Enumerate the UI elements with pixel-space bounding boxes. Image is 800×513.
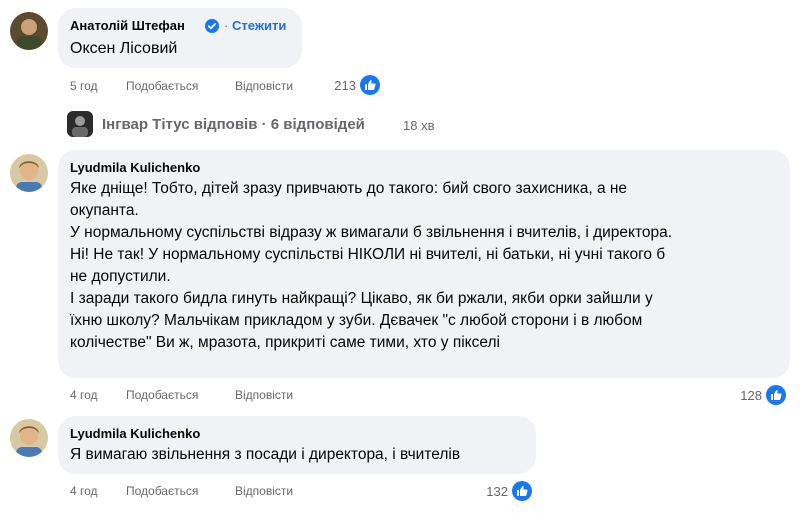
comment-author[interactable]: Lyudmila Kulichenko <box>70 426 200 441</box>
like-button[interactable]: Подобається <box>126 484 198 498</box>
comment-line: колічестве" Ви ж, мразота, прикриті саме… <box>70 334 500 351</box>
comment-author[interactable]: Lyudmila Kulichenko <box>70 160 200 175</box>
comment-line: І заради такого бидла гинуть найкращі? Ц… <box>70 290 653 307</box>
comment-text: Яке дніще! Тобто, дітей зразу привчають … <box>70 178 782 354</box>
like-button[interactable]: Подобається <box>126 388 198 402</box>
follow-button[interactable]: Стежити <box>232 18 286 33</box>
like-button[interactable]: Подобається <box>126 79 198 93</box>
comment-text: Я вимагаю звільнення з посади і директор… <box>70 446 461 463</box>
comment-time[interactable]: 4 год <box>70 484 98 498</box>
avatar[interactable] <box>10 12 48 50</box>
reaction-count[interactable]: 132 <box>472 484 508 499</box>
comment-bubble: Lyudmila Kulichenko Яке дніще! Тобто, ді… <box>58 150 790 378</box>
comment-line: не допустили. <box>70 268 171 285</box>
comment-line: Ні! Не так! У нормальному суспільстві НІ… <box>70 246 666 263</box>
replies-avatar <box>67 111 93 137</box>
comment-time[interactable]: 4 год <box>70 388 98 402</box>
comment-line: їхню школу? Мальчікам прикладом у зуби. … <box>70 312 643 329</box>
comment-bubble: Анатолій Штефан · Стежити Оксен Лісовий <box>58 8 302 68</box>
reply-button[interactable]: Відповісти <box>235 79 293 93</box>
comment-line: Яке дніще! Тобто, дітей зразу привчають … <box>70 180 628 197</box>
separator-dot: · <box>224 18 229 33</box>
view-replies-link[interactable]: Інгвар Тітус відповів · 6 відповідей <box>102 116 365 133</box>
like-icon[interactable] <box>512 481 532 501</box>
like-icon[interactable] <box>360 75 380 95</box>
comment-time[interactable]: 5 год <box>70 79 98 93</box>
verified-badge-icon <box>205 19 219 33</box>
like-icon[interactable] <box>766 385 786 405</box>
reply-button[interactable]: Відповісти <box>235 388 293 402</box>
comment-line: У нормальному суспільстві відразу ж вима… <box>70 224 673 241</box>
reaction-count[interactable]: 213 <box>320 78 356 93</box>
comment-line: окупанта. <box>70 202 139 219</box>
reply-button[interactable]: Відповісти <box>235 484 293 498</box>
replies-time: 18 хв <box>403 118 435 133</box>
reaction-count[interactable]: 128 <box>726 388 762 403</box>
comment-author[interactable]: Анатолій Штефан <box>70 18 185 33</box>
avatar[interactable] <box>10 419 48 457</box>
comment-text: Оксен Лісовий <box>70 40 178 57</box>
avatar[interactable] <box>10 154 48 192</box>
comment-bubble: Lyudmila Kulichenko Я вимагаю звільнення… <box>58 416 536 474</box>
